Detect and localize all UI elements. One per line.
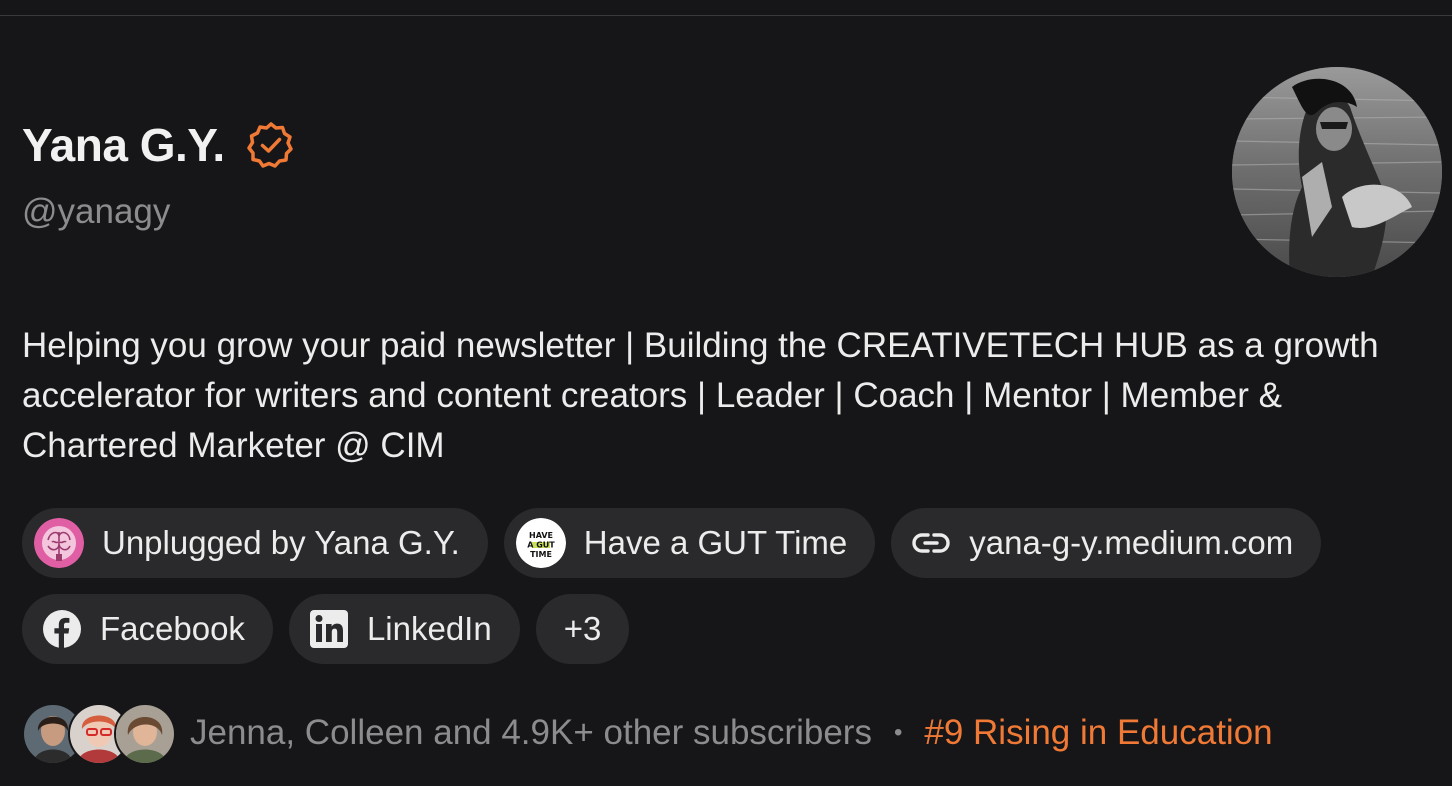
subscribers-count-text: Jenna, Colleen and 4.9K+ other subscribe… <box>190 713 872 752</box>
separator-dot: • <box>893 719 903 746</box>
rising-rank-link[interactable]: #9 Rising in Education <box>924 713 1272 753</box>
more-links-label: +3 <box>563 610 602 647</box>
subscribers-row: Jenna, Colleen and 4.9K+ other subscribe… <box>22 702 1273 765</box>
profile-avatar[interactable] <box>1232 67 1442 277</box>
profile-name-row: Yana G.Y. <box>22 118 295 172</box>
link-label: yana-g-y.medium.com <box>969 524 1294 561</box>
link-chip-linkedin[interactable]: LinkedIn <box>288 594 520 664</box>
verified-badge-icon <box>246 121 295 169</box>
more-links-button[interactable]: +3 <box>535 594 630 664</box>
profile-handle: @yanagy <box>22 192 171 231</box>
gut-time-publication-logo: HAVE A GUT TIME <box>515 518 566 568</box>
profile-name: Yana G.Y. <box>22 119 225 171</box>
link-label: LinkedIn <box>366 610 492 647</box>
link-chip-medium[interactable]: yana-g-y.medium.com <box>891 508 1322 578</box>
svg-text:HAVE: HAVE <box>529 531 553 540</box>
link-label: Have a GUT Time <box>583 524 848 561</box>
link-label: Unplugged by Yana G.Y. <box>102 524 460 561</box>
svg-text:TIME: TIME <box>530 550 552 559</box>
subscriber-avatars[interactable] <box>22 702 176 765</box>
profile-links-row-1: Unplugged by Yana G.Y. HAVE A GUT TIME H… <box>22 508 1322 578</box>
facebook-icon <box>42 609 82 649</box>
linkedin-icon <box>309 609 349 649</box>
profile-links-row-2: Facebook LinkedIn +3 <box>22 594 630 664</box>
svg-text:A GUT: A GUT <box>527 541 555 550</box>
link-chip-unplugged[interactable]: Unplugged by Yana G.Y. <box>22 508 488 578</box>
link-label: Facebook <box>100 610 245 647</box>
link-icon <box>911 523 951 563</box>
header-divider <box>0 0 1452 16</box>
profile-bio: Helping you grow your paid newsletter | … <box>22 326 1379 465</box>
subscriber-avatar <box>114 703 176 765</box>
brain-publication-logo <box>34 518 84 568</box>
link-chip-gut-time[interactable]: HAVE A GUT TIME Have a GUT Time <box>503 508 876 578</box>
link-chip-facebook[interactable]: Facebook <box>22 594 273 664</box>
